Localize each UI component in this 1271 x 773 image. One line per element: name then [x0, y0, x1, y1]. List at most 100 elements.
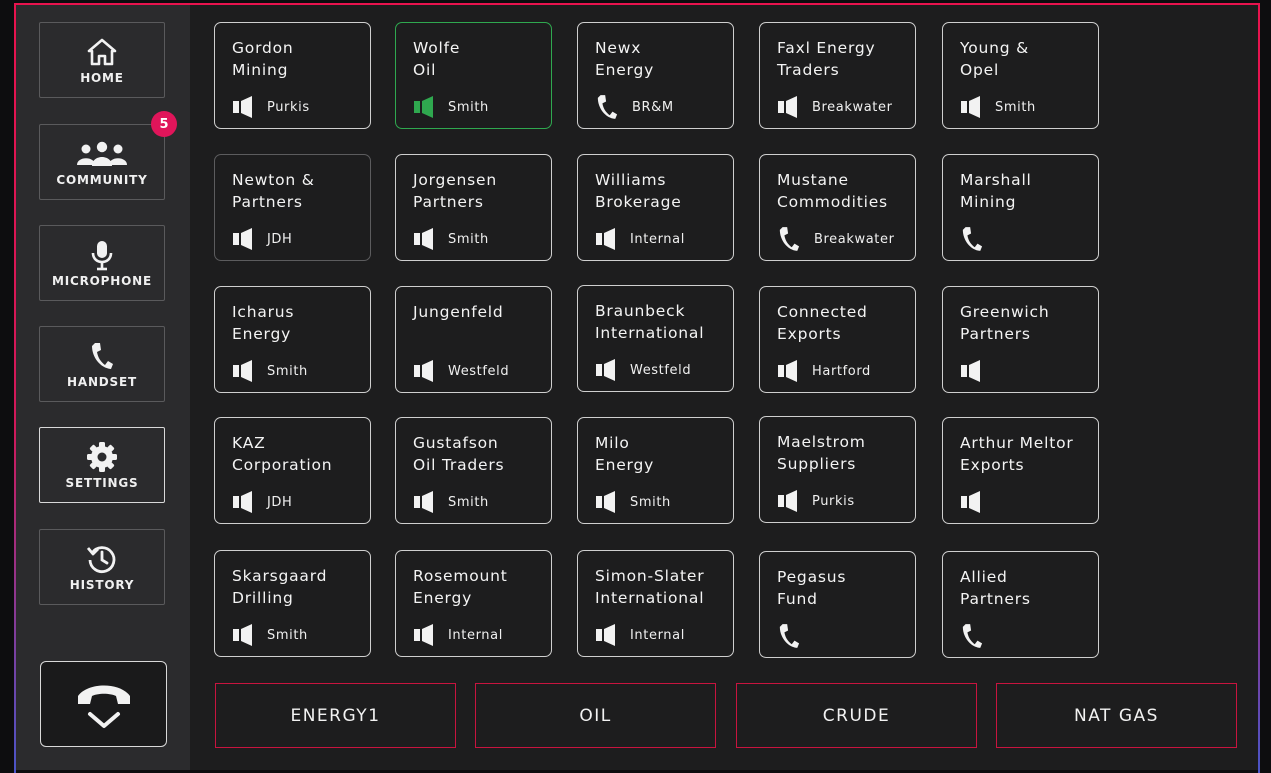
tile-trader-name: Smith	[995, 99, 1036, 115]
tile-trader-name: Smith	[448, 494, 489, 510]
speaker-tile[interactable]: Jungenfeld Westfeld	[395, 286, 552, 393]
tile-counterparty-name: Rosemount Energy	[413, 567, 508, 607]
speaker-icon	[596, 359, 616, 381]
tile-counterparty-name: Mustane Commodities	[777, 171, 888, 211]
tile-trader-name: Purkis	[267, 99, 310, 115]
tile-footer: Smith	[233, 621, 308, 649]
speaker-tile[interactable]: KAZ Corporation JDH	[214, 417, 371, 524]
tile-footer: Breakwater	[778, 93, 893, 121]
nav-history-button[interactable]: HISTORY	[39, 529, 165, 605]
tile-footer	[961, 488, 981, 516]
handset-icon	[596, 93, 618, 121]
nav-handset-label: HANDSET	[67, 375, 137, 389]
speaker-icon	[961, 491, 981, 513]
speaker-icon	[596, 624, 616, 646]
handset-icon	[961, 225, 983, 253]
nav-home-button[interactable]: HOME	[39, 22, 165, 98]
tile-counterparty-name: Gustafson Oil Traders	[413, 434, 505, 474]
tile-counterparty-name: Newton & Partners	[232, 171, 315, 211]
tile-trader-name: BR&M	[632, 99, 674, 115]
tile-counterparty-name: Jungenfeld	[413, 303, 504, 321]
speaker-tile[interactable]: Maelstrom Suppliers Purkis	[759, 416, 916, 523]
tile-counterparty-name: Skarsgaard Drilling	[232, 567, 328, 607]
tile-trader-name: Hartford	[812, 363, 871, 379]
tile-counterparty-name: Williams Brokerage	[595, 171, 682, 211]
speaker-icon	[414, 360, 434, 382]
tile-trader-name: JDH	[267, 494, 293, 510]
speaker-icon	[961, 360, 981, 382]
speaker-tile[interactable]: Greenwich Partners	[942, 286, 1099, 393]
speaker-tile[interactable]: Allied Partners	[942, 551, 1099, 658]
community-icon	[74, 137, 130, 171]
speaker-tile[interactable]: Newton & Partners JDH	[214, 154, 371, 261]
tile-footer: JDH	[233, 225, 292, 253]
speaker-tile[interactable]: Wolfe Oil Smith	[395, 22, 552, 129]
tile-counterparty-name: Greenwich Partners	[960, 303, 1050, 343]
tile-trader-name: Smith	[630, 494, 671, 510]
group-button[interactable]: OIL	[475, 683, 716, 748]
group-button[interactable]: NAT GAS	[996, 683, 1237, 748]
nav-community-button[interactable]: COMMUNITY	[39, 124, 165, 200]
tile-footer: Smith	[596, 488, 671, 516]
hang-up-button[interactable]	[40, 661, 167, 747]
community-notification-badge: 5	[151, 111, 177, 137]
tile-footer: Smith	[233, 357, 308, 385]
group-button[interactable]: ENERGY1	[215, 683, 456, 748]
group-button[interactable]: CRUDE	[736, 683, 977, 748]
tile-footer: Westfeld	[414, 357, 509, 385]
speaker-tile[interactable]: Milo Energy Smith	[577, 417, 734, 524]
tile-counterparty-name: Maelstrom Suppliers	[777, 433, 866, 473]
speaker-tile[interactable]: Gustafson Oil Traders Smith	[395, 417, 552, 524]
tile-trader-name: Westfeld	[630, 362, 692, 378]
handset-icon	[90, 339, 114, 373]
speaker-tile[interactable]: Mustane Commodities Breakwater	[759, 154, 916, 261]
nav-handset-button[interactable]: HANDSET	[39, 326, 165, 402]
tile-trader-name: Breakwater	[812, 99, 893, 115]
tile-footer: Westfeld	[596, 356, 691, 384]
nav-microphone-button[interactable]: MICROPHONE	[39, 225, 165, 301]
tile-counterparty-name: Faxl Energy Traders	[777, 39, 876, 79]
speaker-tile[interactable]: Icharus Energy Smith	[214, 286, 371, 393]
nav-settings-button[interactable]: SETTINGS	[39, 427, 165, 503]
speaker-tile[interactable]: Skarsgaard Drilling Smith	[214, 550, 371, 657]
tile-counterparty-name: Gordon Mining	[232, 39, 294, 79]
speaker-tile[interactable]: Pegasus Fund	[759, 551, 916, 658]
tile-counterparty-name: Icharus Energy	[232, 303, 295, 343]
nav-community-label: COMMUNITY	[56, 173, 148, 187]
speaker-tile[interactable]: Jorgensen Partners Smith	[395, 154, 552, 261]
speaker-tile[interactable]: Rosemount Energy Internal	[395, 550, 552, 657]
speaker-tile[interactable]: Gordon Mining Purkis	[214, 22, 371, 129]
tile-counterparty-name: Simon-Slater International	[595, 567, 705, 607]
tile-counterparty-name: Milo Energy	[595, 434, 655, 474]
speaker-tile[interactable]: Arthur Meltor Exports	[942, 417, 1099, 524]
tile-trader-name: Smith	[267, 363, 308, 379]
tile-counterparty-name: KAZ Corporation	[232, 434, 333, 474]
speaker-tile[interactable]: Connected Exports Hartford	[759, 286, 916, 393]
speaker-tile[interactable]: Faxl Energy Traders Breakwater	[759, 22, 916, 129]
speaker-tile[interactable]: Williams Brokerage Internal	[577, 154, 734, 261]
nav-microphone-label: MICROPHONE	[52, 274, 152, 288]
nav-home-label: HOME	[80, 71, 124, 85]
gear-icon	[86, 440, 118, 474]
speaker-icon	[414, 228, 434, 250]
tile-trader-name: Purkis	[812, 493, 855, 509]
speaker-icon	[961, 96, 981, 118]
tile-footer: Smith	[414, 488, 489, 516]
speaker-tile[interactable]: Simon-Slater International Internal	[577, 550, 734, 657]
handset-icon	[961, 622, 983, 650]
nav-settings-label: SETTINGS	[65, 476, 139, 490]
tile-trader-name: Smith	[448, 231, 489, 247]
microphone-icon	[90, 238, 114, 272]
speaker-tile[interactable]: Newx Energy BR&M	[577, 22, 734, 129]
tile-counterparty-name: Wolfe Oil	[413, 39, 461, 79]
tile-trader-name: Internal	[448, 627, 503, 643]
speaker-tile[interactable]: Marshall Mining	[942, 154, 1099, 261]
tile-counterparty-name: Pegasus Fund	[777, 568, 847, 608]
speaker-tile[interactable]: Young & Opel Smith	[942, 22, 1099, 129]
tile-footer	[961, 357, 981, 385]
tile-counterparty-name: Arthur Meltor Exports	[960, 434, 1074, 474]
tile-footer: Purkis	[233, 93, 310, 121]
speaker-tile[interactable]: Braunbeck International Westfeld	[577, 285, 734, 392]
handset-icon	[778, 225, 800, 253]
tile-trader-name: Smith	[448, 99, 489, 115]
